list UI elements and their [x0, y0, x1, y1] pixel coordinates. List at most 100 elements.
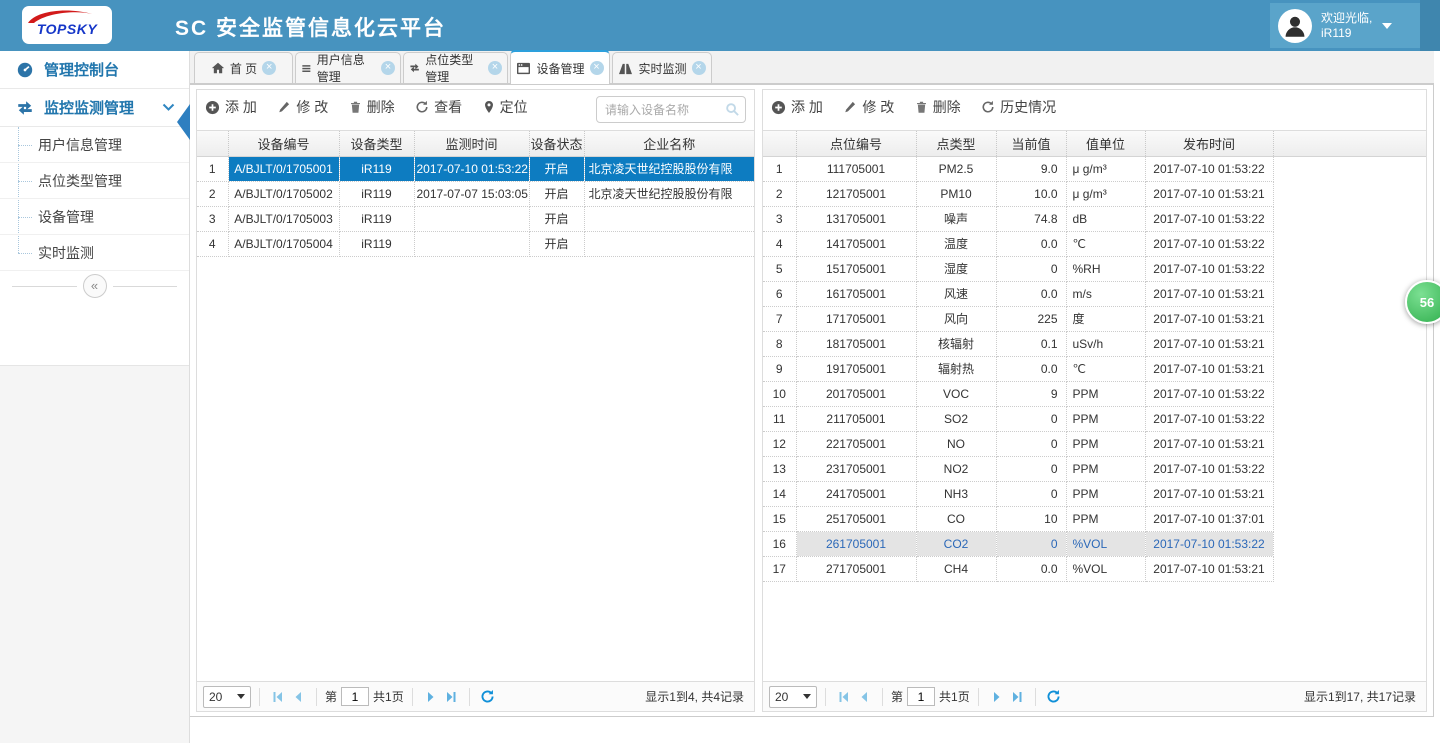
content-frame: 添 加 修 改 删除 查看 定位 [190, 84, 1434, 717]
table-cell: 度 [1066, 306, 1145, 331]
edit-button[interactable]: 修 改 [277, 97, 328, 117]
table-cell: 2017-07-10 01:53:22 [1145, 456, 1273, 481]
table-cell: 10.0 [996, 181, 1066, 206]
page-size-select[interactable]: 20 [203, 686, 251, 708]
table-row[interactable]: 1111705001PM2.59.0μ g/m³2017-07-10 01:53… [763, 156, 1426, 181]
table-cell: uSv/h [1066, 331, 1145, 356]
search-input[interactable] [596, 96, 746, 123]
table-cell [414, 231, 529, 256]
delete-button[interactable]: 删除 [349, 97, 395, 117]
page-number-input[interactable] [907, 687, 935, 706]
device-pager: 20 第 共1页 显示1到4, 共4记录 [197, 681, 754, 711]
refresh-button[interactable] [1044, 686, 1064, 708]
sidebar-item-monitor-mgmt[interactable]: 监控监测管理 [0, 89, 189, 127]
last-page-button[interactable] [441, 686, 461, 708]
record-summary: 显示1到17, 共17记录 [1304, 688, 1420, 705]
table-row[interactable]: 12221705001NO0PPM2017-07-10 01:53:21 [763, 431, 1426, 456]
table-cell: NH3 [916, 481, 996, 506]
row-number: 1 [197, 156, 228, 181]
edit-button[interactable]: 修 改 [843, 97, 894, 117]
sidebar-item-device-mgmt[interactable]: 设备管理 [0, 199, 189, 235]
tab-home[interactable]: 首 页 [194, 52, 293, 83]
search-icon[interactable] [725, 102, 740, 117]
sidebar-item-user-info[interactable]: 用户信息管理 [0, 127, 189, 163]
table-cell: 辐射热 [916, 356, 996, 381]
table-row[interactable]: 7171705001风向225度2017-07-10 01:53:21 [763, 306, 1426, 331]
device-table: 设备编号 设备类型 监测时间 设备状态 企业名称 1A/BJLT/0/17050… [197, 131, 754, 257]
table-row[interactable]: 3131705001噪声74.8dB2017-07-10 01:53:22 [763, 206, 1426, 231]
view-button[interactable]: 查看 [415, 97, 462, 117]
device-table-wrap: 设备编号 设备类型 监测时间 设备状态 企业名称 1A/BJLT/0/17050… [197, 130, 754, 681]
sidebar-item-console[interactable]: 管理控制台 [0, 51, 189, 89]
sidebar-item-realtime[interactable]: 实时监测 [0, 235, 189, 271]
page-size-select[interactable]: 20 [769, 686, 817, 708]
filler-cell [1273, 381, 1426, 406]
first-page-button[interactable] [834, 686, 854, 708]
table-cell: 0.0 [996, 556, 1066, 581]
collapse-sidebar-button[interactable]: « [83, 274, 107, 298]
person-icon [1282, 13, 1308, 39]
table-cell: 0 [996, 481, 1066, 506]
sidebar-item-point-type[interactable]: 点位类型管理 [0, 163, 189, 199]
table-row[interactable]: 13231705001NO20PPM2017-07-10 01:53:22 [763, 456, 1426, 481]
map-pin-icon [483, 100, 495, 114]
table-row[interactable]: 9191705001辐射热0.0℃2017-07-10 01:53:21 [763, 356, 1426, 381]
history-button[interactable]: 历史情况 [981, 97, 1056, 117]
refresh-button[interactable] [478, 686, 498, 708]
tab-device-mgmt[interactable]: 设备管理 [510, 50, 610, 84]
table-row[interactable]: 10201705001VOC9PPM2017-07-10 01:53:22 [763, 381, 1426, 406]
table-row[interactable]: 3A/BJLT/0/1705003iR119开启 [197, 206, 754, 231]
first-page-button[interactable] [268, 686, 288, 708]
table-row[interactable]: 8181705001核辐射0.1uSv/h2017-07-10 01:53:21 [763, 331, 1426, 356]
next-page-button[interactable] [421, 686, 441, 708]
tab-realtime[interactable]: 实时监测 [612, 52, 712, 83]
table-cell: 2017-07-10 01:53:22 [1145, 206, 1273, 231]
prev-page-button[interactable] [854, 686, 874, 708]
table-row[interactable]: 11211705001SO20PPM2017-07-10 01:53:22 [763, 406, 1426, 431]
table-cell: 111705001 [796, 156, 916, 181]
table-row[interactable]: 16261705001CO20%VOL2017-07-10 01:53:22 [763, 531, 1426, 556]
next-page-button[interactable] [987, 686, 1007, 708]
table-row[interactable]: 1A/BJLT/0/1705001iR1192017-07-10 01:53:2… [197, 156, 754, 181]
last-page-button[interactable] [1007, 686, 1027, 708]
table-row[interactable]: 15251705001CO10PPM2017-07-10 01:37:01 [763, 506, 1426, 531]
table-row[interactable]: 6161705001风速0.0m/s2017-07-10 01:53:21 [763, 281, 1426, 306]
table-row[interactable]: 4141705001温度0.0℃2017-07-10 01:53:22 [763, 231, 1426, 256]
user-menu[interactable]: 欢迎光临, iR119 [1270, 3, 1420, 48]
table-row[interactable]: 14241705001NH30PPM2017-07-10 01:53:21 [763, 481, 1426, 506]
add-button[interactable]: 添 加 [205, 97, 257, 117]
tab-user-info[interactable]: 用户信息管理 [295, 52, 401, 83]
close-icon[interactable] [381, 61, 395, 75]
table-row[interactable]: 2121705001PM1010.0μ g/m³2017-07-10 01:53… [763, 181, 1426, 206]
close-icon[interactable] [488, 61, 502, 75]
locate-button[interactable]: 定位 [483, 97, 528, 117]
row-number: 4 [197, 231, 228, 256]
table-row[interactable]: 2A/BJLT/0/1705002iR1192017-07-07 15:03:0… [197, 181, 754, 206]
table-cell: PPM [1066, 431, 1145, 456]
table-row[interactable]: 4A/BJLT/0/1705004iR119开启 [197, 231, 754, 256]
table-cell: 151705001 [796, 256, 916, 281]
table-cell: 241705001 [796, 481, 916, 506]
prev-page-button[interactable] [288, 686, 308, 708]
tab-point-type[interactable]: 点位类型管理 [403, 52, 508, 83]
device-search [596, 96, 746, 123]
table-row[interactable]: 5151705001湿度0%RH2017-07-10 01:53:22 [763, 256, 1426, 281]
delete-button[interactable]: 删除 [915, 97, 961, 117]
table-cell: 161705001 [796, 281, 916, 306]
close-icon[interactable] [590, 61, 604, 75]
close-icon[interactable] [692, 61, 706, 75]
table-cell: dB [1066, 206, 1145, 231]
table-cell: 2017-07-10 01:53:22 [1145, 381, 1273, 406]
table-cell: 风向 [916, 306, 996, 331]
table-cell: 北京凌天世纪控股股份有限 [584, 181, 754, 206]
filler-cell [1273, 331, 1426, 356]
add-button[interactable]: 添 加 [771, 97, 823, 117]
table-cell: 121705001 [796, 181, 916, 206]
chevron-down-icon [162, 103, 175, 112]
table-cell: 2017-07-10 01:37:01 [1145, 506, 1273, 531]
table-row[interactable]: 17271705001CH40.0%VOL2017-07-10 01:53:21 [763, 556, 1426, 581]
table-cell: PPM [1066, 381, 1145, 406]
row-number: 13 [763, 456, 796, 481]
page-number-input[interactable] [341, 687, 369, 706]
close-icon[interactable] [262, 61, 276, 75]
